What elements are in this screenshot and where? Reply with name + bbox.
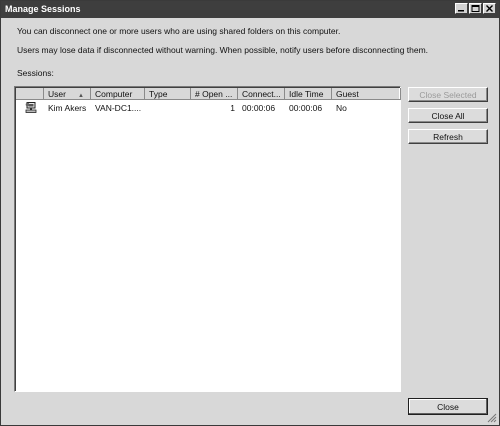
close-icon[interactable]: [483, 3, 496, 14]
cell-type: [145, 102, 191, 114]
sessions-list-header: User ▲ Computer Type # Open ... Connect.…: [16, 88, 401, 100]
manage-sessions-dialog: Manage Sessions You can disconnect one o…: [0, 0, 500, 426]
cell-guest: No: [336, 103, 347, 113]
sessions-list[interactable]: User ▲ Computer Type # Open ... Connect.…: [14, 86, 401, 392]
close-button[interactable]: Close: [408, 398, 488, 415]
column-header-user-label: User: [48, 89, 66, 99]
column-header-type[interactable]: Type: [145, 88, 191, 100]
column-header-connected-time[interactable]: Connect...: [238, 88, 285, 100]
cell-idle-time: 00:00:06: [289, 103, 323, 113]
window-title: Manage Sessions: [5, 4, 81, 14]
sessions-label: Sessions:: [17, 68, 54, 78]
refresh-button[interactable]: Refresh: [408, 129, 488, 144]
column-header-open-files[interactable]: # Open ...: [191, 88, 238, 100]
cell-open-files: 1: [230, 103, 235, 113]
column-header-icon[interactable]: [16, 88, 44, 100]
column-header-guest[interactable]: Guest: [332, 88, 401, 100]
title-bar: Manage Sessions: [1, 1, 499, 18]
cell-computer: VAN-DC1....: [95, 103, 142, 113]
cell-connected-time: 00:00:06: [242, 103, 276, 113]
table-row[interactable]: Kim Akers VAN-DC1.... 1 00:00:06 00:00:0…: [16, 102, 399, 114]
title-bar-buttons: [455, 3, 496, 14]
user-session-icon: [16, 102, 44, 114]
maximize-icon[interactable]: [469, 3, 482, 14]
info-text-disconnect: You can disconnect one or more users who…: [17, 26, 341, 36]
minimize-icon[interactable]: [455, 3, 468, 14]
column-header-computer[interactable]: Computer: [91, 88, 145, 100]
resize-grip-icon[interactable]: [487, 413, 497, 423]
close-all-button[interactable]: Close All: [408, 108, 488, 123]
sort-ascending-icon: ▲: [78, 93, 84, 99]
column-header-idle-time[interactable]: Idle Time: [285, 88, 332, 100]
cell-user: Kim Akers: [48, 103, 87, 113]
close-selected-button[interactable]: Close Selected: [408, 87, 488, 102]
column-header-user[interactable]: User ▲: [44, 88, 91, 100]
info-text-warning: Users may lose data if disconnected with…: [17, 45, 429, 55]
